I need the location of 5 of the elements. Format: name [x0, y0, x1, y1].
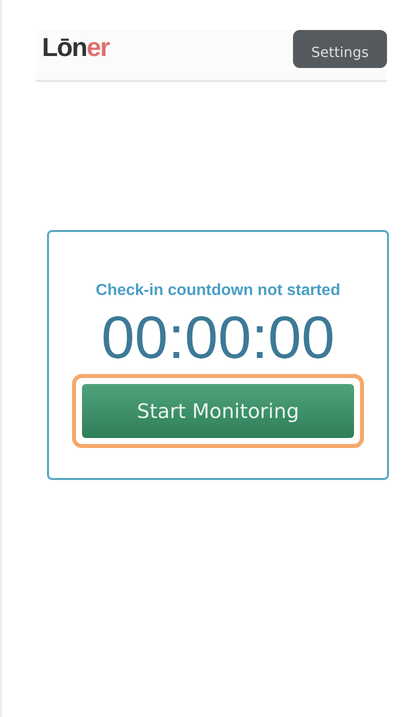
status-text: Check-in countdown not started [96, 282, 340, 300]
start-monitoring-button[interactable]: Start Monitoring [82, 384, 354, 438]
countdown-timer: 00:00:00 [101, 306, 335, 370]
app-logo: Lōner [42, 31, 110, 63]
settings-button[interactable]: Settings [293, 30, 387, 68]
